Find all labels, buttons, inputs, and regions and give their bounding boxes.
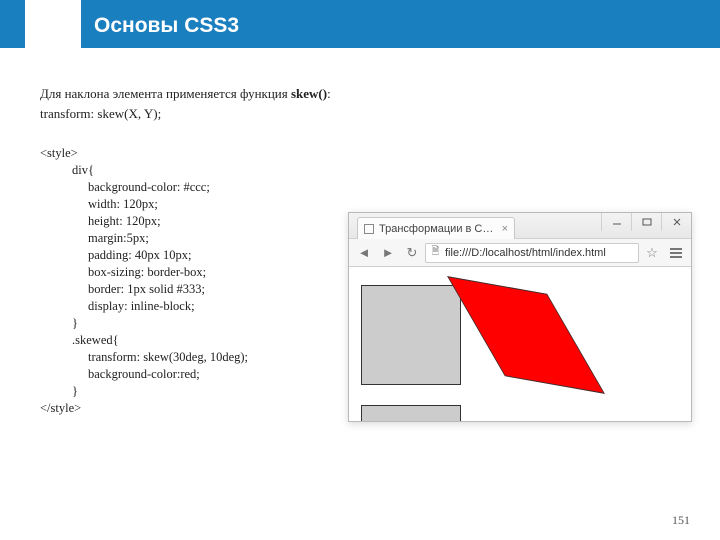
window-close-button[interactable]: [661, 213, 691, 231]
example-line: transform: skew(X, Y);: [40, 106, 680, 122]
code-prop: width: 120px;: [40, 197, 680, 212]
file-icon: 🗎: [430, 247, 441, 258]
header-underline: [0, 42, 720, 48]
page-number: 151: [672, 513, 690, 528]
menu-button[interactable]: [665, 243, 687, 263]
reload-button[interactable]: ↻: [401, 243, 423, 263]
browser-window: Трансформации в CSS3 × ◄ ► ↻ 🗎 file:///D…: [348, 212, 692, 422]
demo-box-skewed: [447, 276, 605, 394]
intro-suffix: :: [327, 86, 331, 101]
intro-func: skew(): [291, 86, 327, 101]
demo-box: [361, 405, 461, 421]
url-text: file:///D:/localhost/html/index.html: [445, 247, 606, 259]
forward-button[interactable]: ►: [377, 243, 399, 263]
browser-tab[interactable]: Трансформации в CSS3 ×: [357, 217, 515, 239]
demo-box: [361, 285, 461, 385]
code-style-open: <style>: [40, 146, 680, 161]
intro-text: Для наклона элемента применяется функция…: [40, 86, 680, 102]
window-minimize-button[interactable]: [601, 213, 631, 231]
slide-title: Основы CSS3: [94, 14, 239, 38]
code-prop: background-color: #ccc;: [40, 180, 680, 195]
back-button[interactable]: ◄: [353, 243, 375, 263]
url-input[interactable]: 🗎 file:///D:/localhost/html/index.html: [425, 243, 639, 263]
intro-prefix: Для наклона элемента применяется функция: [40, 86, 291, 101]
header-accent-block: [25, 0, 81, 48]
browser-titlebar: Трансформации в CSS3 ×: [349, 213, 691, 239]
close-tab-icon[interactable]: ×: [502, 223, 508, 235]
tab-title: Трансформации в CSS3: [379, 223, 498, 235]
browser-address-bar: ◄ ► ↻ 🗎 file:///D:/localhost/html/index.…: [349, 239, 691, 267]
window-maximize-button[interactable]: [631, 213, 661, 231]
code-sel-div: div{: [40, 163, 680, 178]
bookmark-button[interactable]: ☆: [641, 243, 663, 263]
browser-viewport: [349, 267, 691, 421]
page-icon: [364, 224, 374, 234]
